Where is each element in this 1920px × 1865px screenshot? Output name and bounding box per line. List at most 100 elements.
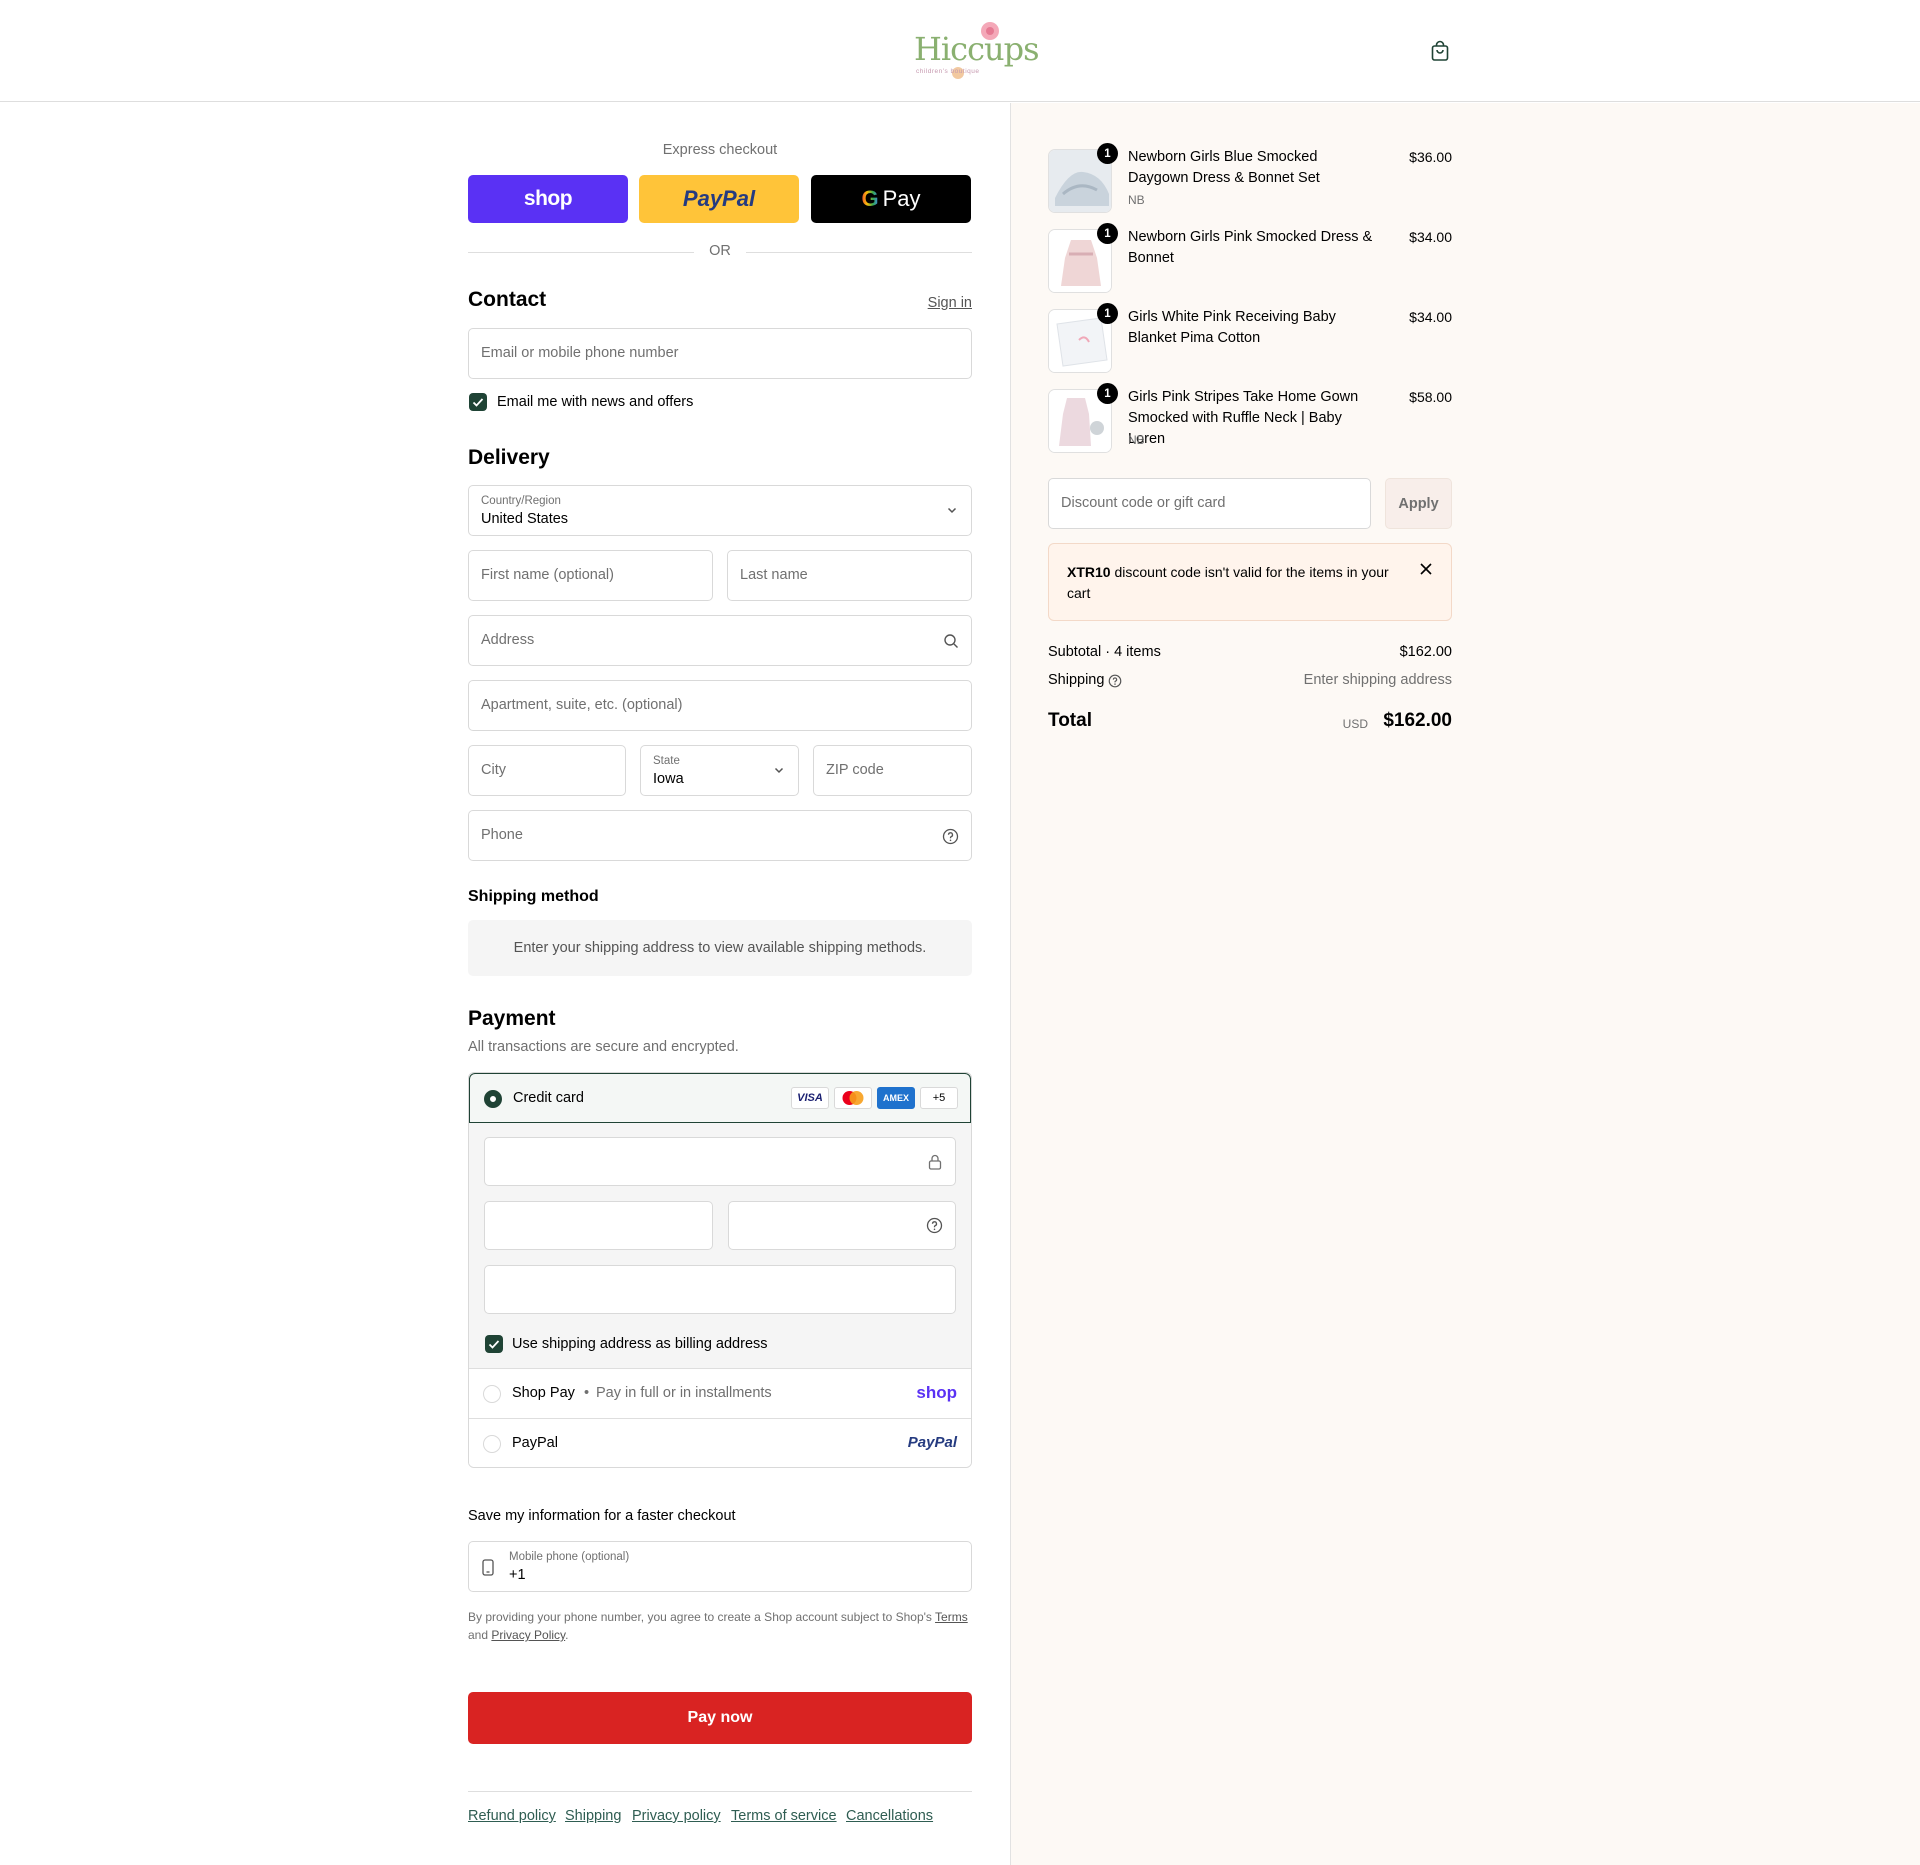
lock-icon xyxy=(927,1153,943,1174)
apartment-placeholder: Apartment, suite, etc. (optional) xyxy=(481,697,683,713)
legal-and: and xyxy=(468,1628,489,1642)
billing-same-checkbox[interactable] xyxy=(485,1335,503,1353)
express-checkout-title: Express checkout xyxy=(662,142,778,158)
card-expiry-field[interactable] xyxy=(484,1201,713,1250)
phone-field[interactable]: Phone xyxy=(468,810,972,861)
privacy-policy-link[interactable]: Privacy Policy xyxy=(491,1628,565,1642)
search-icon xyxy=(943,633,959,652)
newsletter-checkbox[interactable] xyxy=(469,393,487,411)
item-price: $34.00 xyxy=(1409,309,1452,325)
city-field[interactable]: City xyxy=(468,745,626,796)
shop-pay-button-label: shop xyxy=(523,187,573,210)
city-placeholder: City xyxy=(481,762,506,778)
help-circle-icon[interactable] xyxy=(1108,674,1122,691)
shop-pay-radio[interactable] xyxy=(483,1385,501,1403)
cart-icon[interactable] xyxy=(1428,39,1452,63)
or-divider: OR xyxy=(468,241,972,261)
credit-card-radio[interactable] xyxy=(484,1090,502,1108)
first-name-field[interactable]: First name (optional) xyxy=(468,550,713,601)
zip-field[interactable]: ZIP code xyxy=(813,745,972,796)
email-placeholder: Email or mobile phone number xyxy=(481,345,679,361)
more-cards-label: +5 xyxy=(932,1092,946,1104)
card-name-field[interactable] xyxy=(484,1265,956,1314)
phone-placeholder: Phone xyxy=(481,827,523,843)
cart-item: 1 Newborn Girls Blue Smocked Daygown Dre… xyxy=(1048,143,1452,215)
payment-title: Payment xyxy=(468,1007,556,1030)
quantity-badge: 1 xyxy=(1097,143,1118,164)
terms-of-service-link[interactable]: Terms of service xyxy=(731,1808,837,1824)
discount-placeholder: Discount code or gift card xyxy=(1061,495,1226,511)
total-value: $162.00 xyxy=(1383,710,1452,731)
pay-now-label: Pay now xyxy=(687,1709,753,1726)
save-info-legal: By providing your phone number, you agre… xyxy=(468,1608,972,1644)
quantity-badge: 1 xyxy=(1097,383,1118,404)
legal-text: By providing your phone number, you agre… xyxy=(468,1610,932,1624)
cancellations-link[interactable]: Cancellations xyxy=(846,1808,933,1824)
last-name-field[interactable]: Last name xyxy=(727,550,972,601)
pay-now-button[interactable]: Pay now xyxy=(468,1692,972,1744)
credit-card-option[interactable]: Credit card VISA AMEX +5 xyxy=(469,1073,971,1123)
or-label: OR xyxy=(709,243,731,259)
total-currency: USD xyxy=(1342,717,1368,731)
shipping-method-title: Shipping method xyxy=(468,888,599,905)
discount-code-field[interactable]: Discount code or gift card xyxy=(1048,478,1371,529)
save-info-title: Save my information for a faster checkou… xyxy=(468,1508,736,1524)
google-pay-button[interactable]: G Pay xyxy=(811,175,971,223)
header: Hiccups children's boutique xyxy=(0,0,1920,102)
mobile-phone-label: Mobile phone (optional) xyxy=(509,1551,630,1563)
help-circle-icon[interactable] xyxy=(942,828,959,848)
sign-in-link[interactable]: Sign in xyxy=(928,295,972,311)
email-field[interactable]: Email or mobile phone number xyxy=(468,328,972,379)
card-number-field[interactable] xyxy=(484,1137,956,1186)
shop-pay-separator: • xyxy=(584,1385,590,1401)
close-icon[interactable] xyxy=(1419,562,1433,579)
shipping-policy-link[interactable]: Shipping xyxy=(565,1808,621,1824)
apply-discount-button[interactable]: Apply xyxy=(1385,478,1452,529)
address-field[interactable]: Address xyxy=(468,615,972,666)
refund-policy-link[interactable]: Refund policy xyxy=(468,1808,556,1824)
paypal-button-label: PayPal xyxy=(682,186,756,211)
country-value: United States xyxy=(481,511,569,527)
privacy-policy-footer-link[interactable]: Privacy policy xyxy=(632,1808,721,1824)
subtotal-value: $162.00 xyxy=(1399,644,1452,660)
mobile-phone-field[interactable]: Mobile phone (optional) +1 xyxy=(468,1541,972,1592)
paypal-button[interactable]: PayPal xyxy=(639,175,799,223)
amex-icon: AMEX xyxy=(877,1087,915,1109)
total-label: Total xyxy=(1048,710,1092,731)
shop-pay-label: Shop Pay xyxy=(512,1385,575,1401)
paypal-logo: PayPal xyxy=(907,1434,957,1451)
state-select[interactable]: State Iowa xyxy=(640,745,799,796)
apply-label: Apply xyxy=(1398,495,1439,512)
terms-link[interactable]: Terms xyxy=(935,1610,968,1624)
item-price: $34.00 xyxy=(1409,229,1452,245)
shop-pay-option[interactable]: Shop Pay • Pay in full or in installment… xyxy=(469,1369,971,1419)
discount-error-message: discount code isn't valid for the items … xyxy=(1067,564,1389,601)
mobile-phone-icon xyxy=(482,1559,494,1579)
store-logo[interactable]: Hiccups children's boutique xyxy=(908,18,1039,84)
item-price: $36.00 xyxy=(1409,149,1452,165)
item-name: Newborn Girls Pink Smocked Dress & Bonne… xyxy=(1128,229,1373,266)
country-select[interactable]: Country/Region United States xyxy=(468,485,972,536)
apartment-field[interactable]: Apartment, suite, etc. (optional) xyxy=(468,680,972,731)
card-cvv-field[interactable] xyxy=(728,1201,956,1250)
chevron-down-icon xyxy=(945,503,959,520)
contact-title: Contact xyxy=(468,288,547,311)
paypal-radio[interactable] xyxy=(483,1435,501,1453)
cart-item: 1 Newborn Girls Pink Smocked Dress & Bon… xyxy=(1048,223,1452,295)
chevron-down-icon xyxy=(772,763,786,780)
cart-item: 1 Girls White Pink Receiving Baby Blanke… xyxy=(1048,303,1452,375)
mastercard-icon xyxy=(834,1087,872,1109)
help-circle-icon[interactable] xyxy=(926,1217,943,1237)
item-name: Girls Pink Stripes Take Home Gown Smocke… xyxy=(1128,389,1359,447)
amex-label: AMEX xyxy=(882,1093,909,1103)
payment-methods: Credit card VISA AMEX +5 Use shipping ad… xyxy=(468,1072,972,1468)
paypal-option[interactable]: PayPal PayPal xyxy=(469,1419,971,1467)
item-price: $58.00 xyxy=(1409,389,1452,405)
item-name: Girls White Pink Receiving Baby Blanket … xyxy=(1128,309,1336,346)
payment-subtitle: All transactions are secure and encrypte… xyxy=(468,1039,739,1055)
subtotal-label: Subtotal · 4 items xyxy=(1048,644,1161,660)
discount-error-banner: XTR10 discount code isn't valid for the … xyxy=(1048,543,1452,621)
shop-pay-button[interactable]: shop xyxy=(468,175,628,223)
paypal-label: PayPal xyxy=(512,1435,558,1451)
state-value: Iowa xyxy=(653,771,684,787)
